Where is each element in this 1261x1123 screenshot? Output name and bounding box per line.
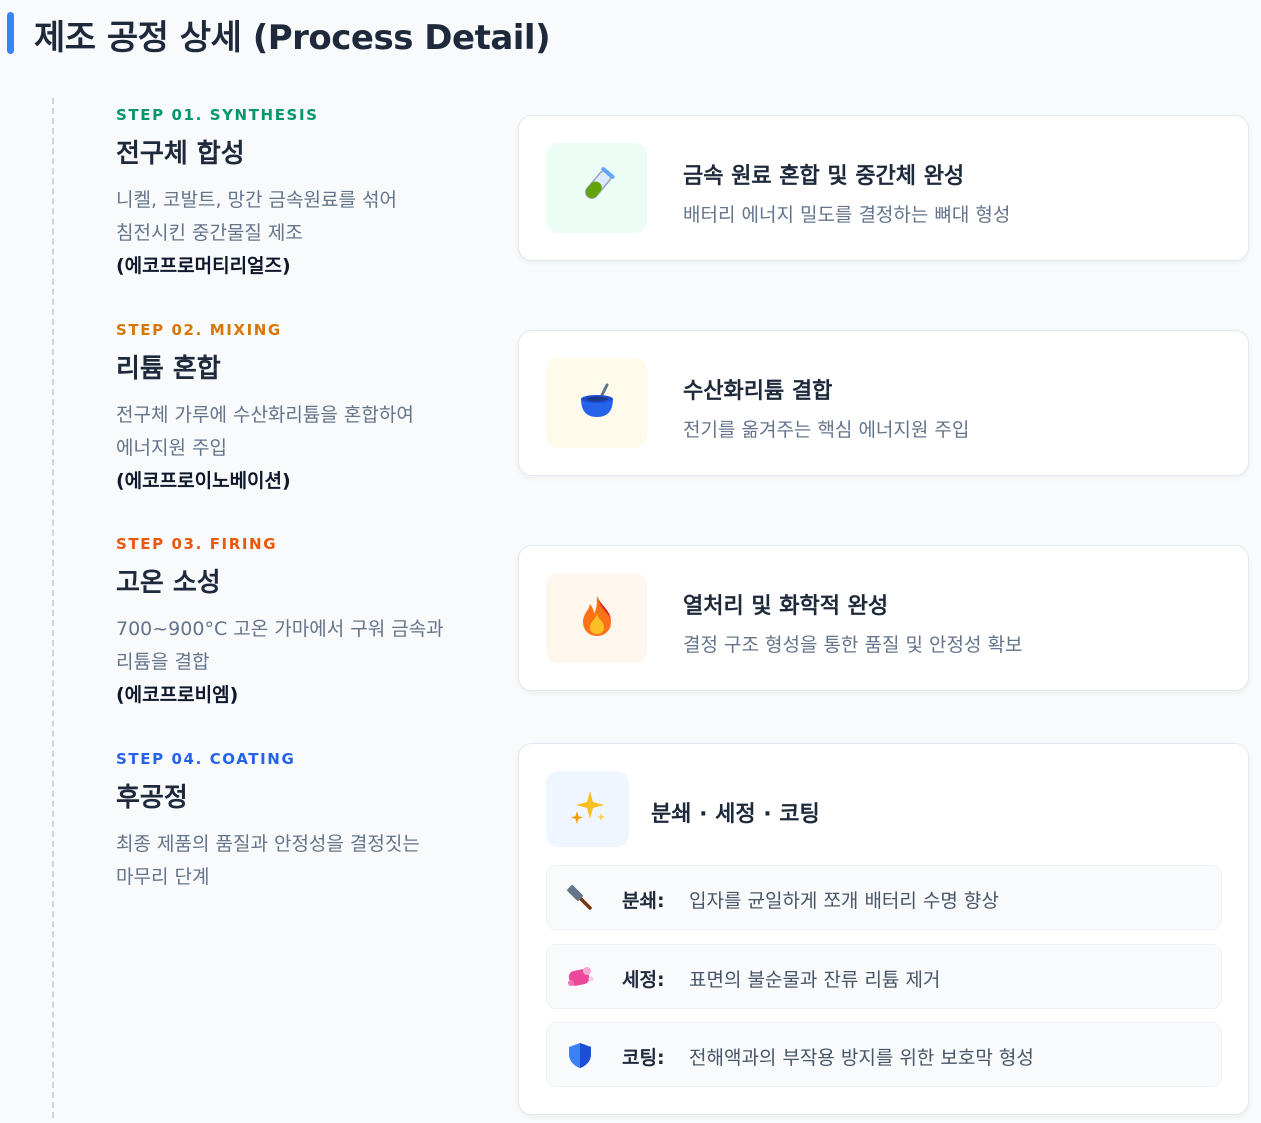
list-item-label: 코팅: (622, 1047, 665, 1069)
card-icon-box (546, 143, 647, 233)
test-tube-icon (575, 164, 619, 212)
step-heading: 리튬 혼합 (116, 354, 221, 384)
mortar-pestle-icon (575, 379, 619, 427)
sparkles-icon (568, 787, 608, 831)
list-item-coating: 코팅: 전해액과의 부작용 방지를 위한 보호막 형성 (546, 1022, 1222, 1087)
timeline-line (52, 98, 54, 1118)
fire-icon (577, 594, 617, 642)
step-heading: 전구체 합성 (116, 139, 245, 169)
step-label: STEP 02. MIXING (116, 321, 282, 339)
list-item-text: 표면의 불순물과 잔류 리튬 제거 (689, 969, 941, 991)
card-icon-box (546, 573, 647, 663)
process-card-firing: 열처리 및 화학적 완성 결정 구조 형성을 통한 품질 및 안정성 확보 (518, 545, 1249, 691)
card-subtitle: 결정 구조 형성을 통한 품질 및 안정성 확보 (683, 634, 1023, 656)
list-item-label: 세정: (622, 969, 665, 991)
list-item-label: 분쇄: (622, 890, 665, 912)
step-description-line: 리튬을 결합 (116, 651, 210, 673)
page-title: 제조 공정 상세 (Process Detail) (34, 18, 551, 58)
card-title: 금속 원료 혼합 및 중간체 완성 (683, 164, 965, 189)
step-description-line: 700~900°C 고온 가마에서 구워 금속과 (116, 618, 444, 640)
step-heading: 고온 소성 (116, 568, 221, 598)
step-coating: STEP 04. COATING 후공정 최종 제품의 품질과 안정성을 결정짓… (116, 750, 496, 894)
step-description-line: 침전시킨 중간물질 제조 (116, 222, 303, 244)
step-description-line: 니켈, 코발트, 망간 금속원료를 섞어 (116, 189, 397, 211)
step-description-line: 에너지원 주입 (116, 437, 227, 459)
process-card-coating: 분쇄 · 세정 · 코팅 분쇄: 입자를 균일하게 쪼개 배터리 수명 향상 세… (518, 743, 1249, 1115)
process-card-synthesis: 금속 원료 혼합 및 중간체 완성 배터리 에너지 밀도를 결정하는 뼈대 형성 (518, 115, 1249, 261)
step-description-line: 최종 제품의 품질과 안정성을 결정짓는 (116, 833, 420, 855)
step-company: (에코프로비엠) (116, 684, 239, 706)
step-company: (에코프로이노베이션) (116, 470, 291, 492)
process-card-mixing: 수산화리튬 결합 전기를 옮겨주는 핵심 에너지원 주입 (518, 330, 1249, 476)
soap-bubble-icon (565, 962, 595, 992)
step-label: STEP 01. SYNTHESIS (116, 106, 319, 124)
step-firing: STEP 03. FIRING 고온 소성 700~900°C 고온 가마에서 … (116, 535, 496, 712)
step-label: STEP 04. COATING (116, 750, 296, 768)
list-item-text: 입자를 균일하게 쪼개 배터리 수명 향상 (689, 890, 999, 912)
step-description-line: 마무리 단계 (116, 866, 210, 888)
card-subtitle: 배터리 에너지 밀도를 결정하는 뼈대 형성 (683, 204, 1011, 226)
step-description-line: 전구체 가루에 수산화리튬을 혼합하여 (116, 404, 414, 426)
step-synthesis: STEP 01. SYNTHESIS 전구체 합성 니켈, 코발트, 망간 금속… (116, 106, 496, 283)
list-item-crushing: 분쇄: 입자를 균일하게 쪼개 배터리 수명 향상 (546, 865, 1222, 930)
title-accent-bar (7, 12, 14, 54)
card-title: 열처리 및 화학적 완성 (683, 594, 889, 619)
step-mixing: STEP 02. MIXING 리튬 혼합 전구체 가루에 수산화리튬을 혼합하… (116, 321, 496, 498)
shield-icon (565, 1040, 595, 1070)
list-item-washing: 세정: 표면의 불순물과 잔류 리튬 제거 (546, 944, 1222, 1009)
step-label: STEP 03. FIRING (116, 535, 278, 553)
card-subtitle: 전기를 옮겨주는 핵심 에너지원 주입 (683, 419, 970, 441)
step-company: (에코프로머티리얼즈) (116, 255, 291, 277)
card-icon-box (546, 771, 629, 847)
card-icon-box (546, 358, 647, 448)
card-title: 수산화리튬 결합 (683, 379, 833, 404)
list-item-text: 전해액과의 부작용 방지를 위한 보호막 형성 (689, 1047, 1034, 1069)
hammer-icon (565, 883, 595, 913)
step-heading: 후공정 (116, 783, 188, 813)
card-title: 분쇄 · 세정 · 코팅 (651, 802, 820, 827)
